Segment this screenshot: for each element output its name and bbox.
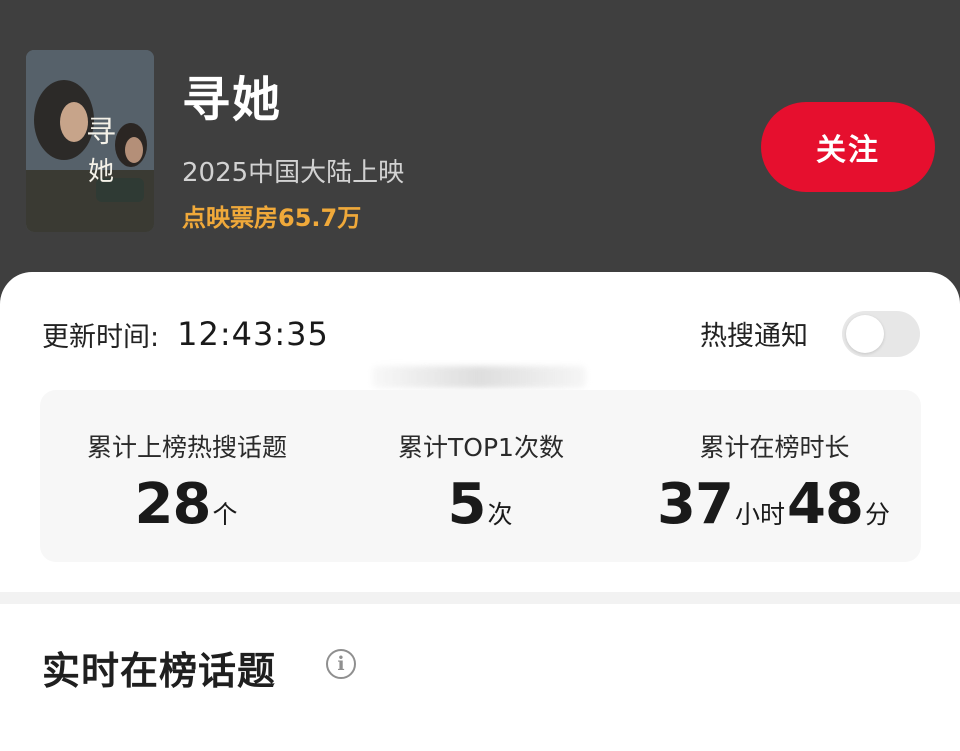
- stat-label: 累计上榜热搜话题: [86, 433, 287, 462]
- stat-unit: 个: [212, 500, 238, 529]
- stat-number: 28: [134, 472, 212, 537]
- stat-label: 累计在榜时长: [699, 433, 850, 462]
- svg-text:她: 她: [88, 157, 114, 187]
- stat-minutes-unit: 分: [864, 500, 890, 529]
- stat-value: 5 次: [334, 472, 628, 537]
- section-title: 实时在榜话题: [42, 649, 277, 693]
- stat-unit: 次: [487, 500, 513, 529]
- info-icon[interactable]: i: [326, 649, 356, 679]
- update-row: 更新时间: 12:43:35: [42, 312, 329, 356]
- section-divider: [0, 592, 960, 604]
- update-label: 更新时间:: [42, 321, 160, 353]
- movie-title: 寻她: [182, 72, 283, 128]
- stat-minutes: 48: [787, 472, 864, 537]
- stat-value: 28 个: [40, 472, 334, 537]
- toggle-knob: [846, 315, 884, 353]
- box-office: 点映票房65.7万: [182, 204, 362, 232]
- movie-poster[interactable]: 寻 她: [26, 50, 154, 232]
- stat-number: 5: [447, 472, 487, 537]
- follow-button[interactable]: 关注: [761, 102, 935, 192]
- hot-search-notify-toggle[interactable]: [842, 311, 920, 357]
- stat-value: 37 小时 48 分: [628, 472, 921, 537]
- release-info: 2025中国大陆上映: [182, 158, 405, 188]
- update-time: 12:43:35: [177, 315, 329, 353]
- stat-total-topics: 累计上榜热搜话题 28 个: [40, 390, 334, 562]
- svg-text:寻: 寻: [86, 115, 116, 150]
- stats-panel: 累计上榜热搜话题 28 个 累计TOP1次数 5 次 累计在榜时长 37 小时 …: [40, 390, 921, 562]
- stat-time-on-list: 累计在榜时长 37 小时 48 分: [628, 390, 921, 562]
- stat-hours: 37: [657, 472, 734, 537]
- stat-top1-count: 累计TOP1次数 5 次: [334, 390, 628, 562]
- hot-search-notify-label: 热搜通知: [700, 321, 808, 352]
- stat-hours-unit: 小时: [734, 500, 785, 529]
- stat-label: 累计TOP1次数: [398, 433, 564, 462]
- movie-header: 寻 她 寻她 2025中国大陆上映 点映票房65.7万 关注: [0, 0, 960, 290]
- blurred-watermark: [372, 366, 586, 388]
